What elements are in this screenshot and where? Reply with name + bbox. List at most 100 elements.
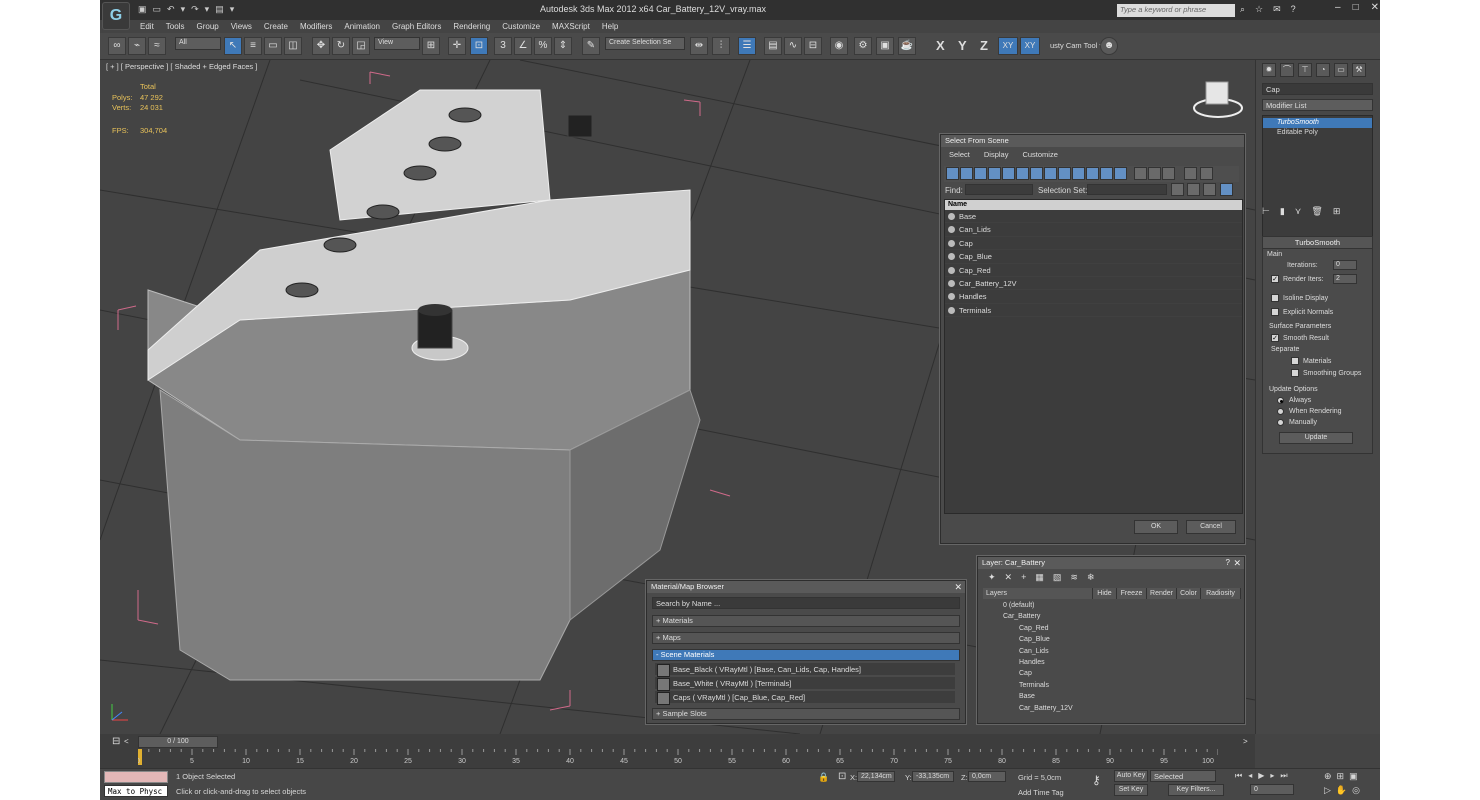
selection-set-dropdown[interactable]: [1087, 184, 1167, 195]
link-icon[interactable]: ∞: [108, 37, 126, 55]
menu-edit[interactable]: Edit: [134, 20, 160, 33]
prev-frame-icon[interactable]: ◂: [1248, 771, 1252, 781]
make-unique-icon[interactable]: ⋎: [1295, 206, 1302, 217]
add-time-tag[interactable]: Add Time Tag: [1018, 788, 1064, 797]
pan-icon[interactable]: ✋: [1336, 785, 1347, 796]
set-key-icon[interactable]: ⚷: [1092, 773, 1101, 787]
cancel-button[interactable]: Cancel: [1186, 520, 1236, 534]
menu-animation[interactable]: Animation: [338, 20, 386, 33]
select-all-icon[interactable]: [1134, 167, 1147, 180]
sfs-option3-icon[interactable]: [1203, 183, 1216, 196]
auto-key-button[interactable]: Auto Key: [1114, 770, 1148, 782]
render-iters-spinner[interactable]: 2: [1333, 274, 1357, 284]
layer-row[interactable]: Car_Battery_12V: [983, 703, 1241, 714]
when-rendering-radio[interactable]: [1277, 408, 1284, 415]
menu-customize[interactable]: Customize: [496, 20, 546, 33]
ref-coord-dropdown[interactable]: View: [374, 37, 420, 50]
named-selection-dropdown[interactable]: Create Selection Se: [605, 37, 685, 50]
selection-filter-dropdown[interactable]: All: [175, 37, 221, 50]
open-mini-curve-icon[interactable]: ⊟: [112, 736, 120, 747]
modifier-list-dropdown[interactable]: Modifier List: [1262, 99, 1373, 111]
layer-title[interactable]: Layer: Car_Battery: [978, 557, 1244, 569]
menu-create[interactable]: Create: [258, 20, 294, 33]
name-column-header[interactable]: Name: [945, 200, 1242, 210]
maxscript-listener-field[interactable]: [104, 771, 168, 783]
column-freeze[interactable]: Freeze: [1117, 588, 1147, 599]
play-icon[interactable]: ▶: [1258, 771, 1264, 781]
layer-row[interactable]: Cap_Red: [983, 623, 1241, 634]
close-icon[interactable]: ✕: [954, 582, 962, 593]
axis-xy-button[interactable]: XY: [998, 37, 1018, 55]
window-crossing-icon[interactable]: ◫: [284, 37, 302, 55]
spacewarps-filter-icon[interactable]: [1016, 167, 1029, 180]
list-item-base[interactable]: Base: [945, 210, 1242, 224]
highlight-selected-icon[interactable]: ▧: [1053, 572, 1062, 583]
next-frame-icon[interactable]: ▸: [1270, 771, 1274, 781]
group-sample-slots[interactable]: + Sample Slots: [652, 708, 960, 720]
turbosmooth-title[interactable]: TurboSmooth: [1263, 237, 1372, 249]
project-dropdown-icon[interactable]: ▾: [230, 4, 235, 15]
zoom-extents-icon[interactable]: ▣: [1349, 771, 1358, 782]
angle-snap-icon[interactable]: ∠: [514, 37, 532, 55]
xrefs-filter-icon[interactable]: [1044, 167, 1057, 180]
spinner-snap-icon[interactable]: ⇕: [554, 37, 572, 55]
menu-rendering[interactable]: Rendering: [447, 20, 496, 33]
undo-dropdown-icon[interactable]: ▾: [181, 4, 186, 15]
slider-right-icon[interactable]: >: [1243, 737, 1248, 746]
column-hide[interactable]: Hide: [1093, 588, 1117, 599]
hidden-filter-icon[interactable]: [1100, 167, 1113, 180]
menu-maxscript[interactable]: MAXScript: [546, 20, 596, 33]
layer-row[interactable]: Car_Battery: [983, 611, 1241, 622]
column-layers[interactable]: Layers: [983, 588, 1093, 599]
sfs-menu-display[interactable]: Display: [984, 150, 1009, 159]
menu-tools[interactable]: Tools: [160, 20, 191, 33]
project-folder-icon[interactable]: ▤: [215, 4, 224, 15]
layer-row[interactable]: Base: [983, 691, 1241, 702]
find-input[interactable]: [965, 184, 1033, 195]
axis-z-button[interactable]: Z: [980, 38, 988, 53]
pivot-center-icon[interactable]: ⊞: [422, 37, 440, 55]
keyboard-shortcut-icon[interactable]: ⊡: [470, 37, 488, 55]
containers-filter-icon[interactable]: [1072, 167, 1085, 180]
configure-sets-icon[interactable]: ⊞: [1333, 206, 1341, 217]
x-coordinate-field[interactable]: 22,134cm: [857, 771, 895, 782]
percent-snap-icon[interactable]: %: [534, 37, 552, 55]
menu-graph-editors[interactable]: Graph Editors: [386, 20, 447, 33]
menu-views[interactable]: Views: [225, 20, 258, 33]
stack-item-turbosmooth[interactable]: TurboSmooth: [1263, 118, 1372, 128]
filter-options-icon[interactable]: [1200, 167, 1213, 180]
sfs-option1-icon[interactable]: [1171, 183, 1184, 196]
bind-spacewarp-icon[interactable]: ≈: [148, 37, 166, 55]
hide-all-icon[interactable]: ≋: [1070, 572, 1078, 583]
layer-row[interactable]: Cap: [983, 668, 1241, 679]
lock-selection-icon[interactable]: 🔒: [818, 772, 829, 783]
move-icon[interactable]: ✥: [312, 37, 330, 55]
minimize-icon[interactable]: –: [1335, 2, 1341, 13]
remove-modifier-icon[interactable]: 🗑: [1311, 206, 1322, 217]
update-button[interactable]: Update: [1279, 432, 1353, 444]
y-coordinate-field[interactable]: -33,135cm: [912, 771, 954, 782]
material-editor-icon[interactable]: ◉: [830, 37, 848, 55]
current-frame-field[interactable]: 0: [1250, 784, 1294, 795]
maxscript-mini-listener[interactable]: Max to Physc: [104, 785, 168, 797]
cameras-filter-icon[interactable]: [988, 167, 1001, 180]
time-ruler[interactable]: 0 5 10 15 20 25 30 35 40 45 50 55 60 65 70 75 80 85 90 95 10…: [138, 749, 1218, 765]
communication-icon[interactable]: ✉: [1273, 4, 1281, 15]
mirror-icon[interactable]: ⇹: [690, 37, 708, 55]
bones-filter-icon[interactable]: [1058, 167, 1071, 180]
menu-modifiers[interactable]: Modifiers: [294, 20, 338, 33]
column-render[interactable]: Render: [1147, 588, 1177, 599]
rect-selection-icon[interactable]: ▭: [264, 37, 282, 55]
open-file-icon[interactable]: ▭: [153, 4, 162, 15]
all-filter-icon[interactable]: [1114, 167, 1127, 180]
delete-layer-icon[interactable]: ✕: [1005, 572, 1013, 583]
iterations-spinner[interactable]: 0: [1333, 260, 1357, 270]
ok-button[interactable]: OK: [1134, 520, 1178, 534]
column-radiosity[interactable]: Radiosity: [1201, 588, 1241, 599]
show-end-result-icon[interactable]: ▮: [1280, 206, 1285, 217]
motion-tab-icon[interactable]: ◔: [1316, 63, 1330, 77]
sfs-menu-select[interactable]: Select: [949, 150, 970, 159]
manually-radio[interactable]: [1277, 419, 1284, 426]
key-filters-button[interactable]: Key Filters...: [1168, 784, 1224, 796]
material-search-input[interactable]: Search by Name ...: [652, 597, 960, 609]
